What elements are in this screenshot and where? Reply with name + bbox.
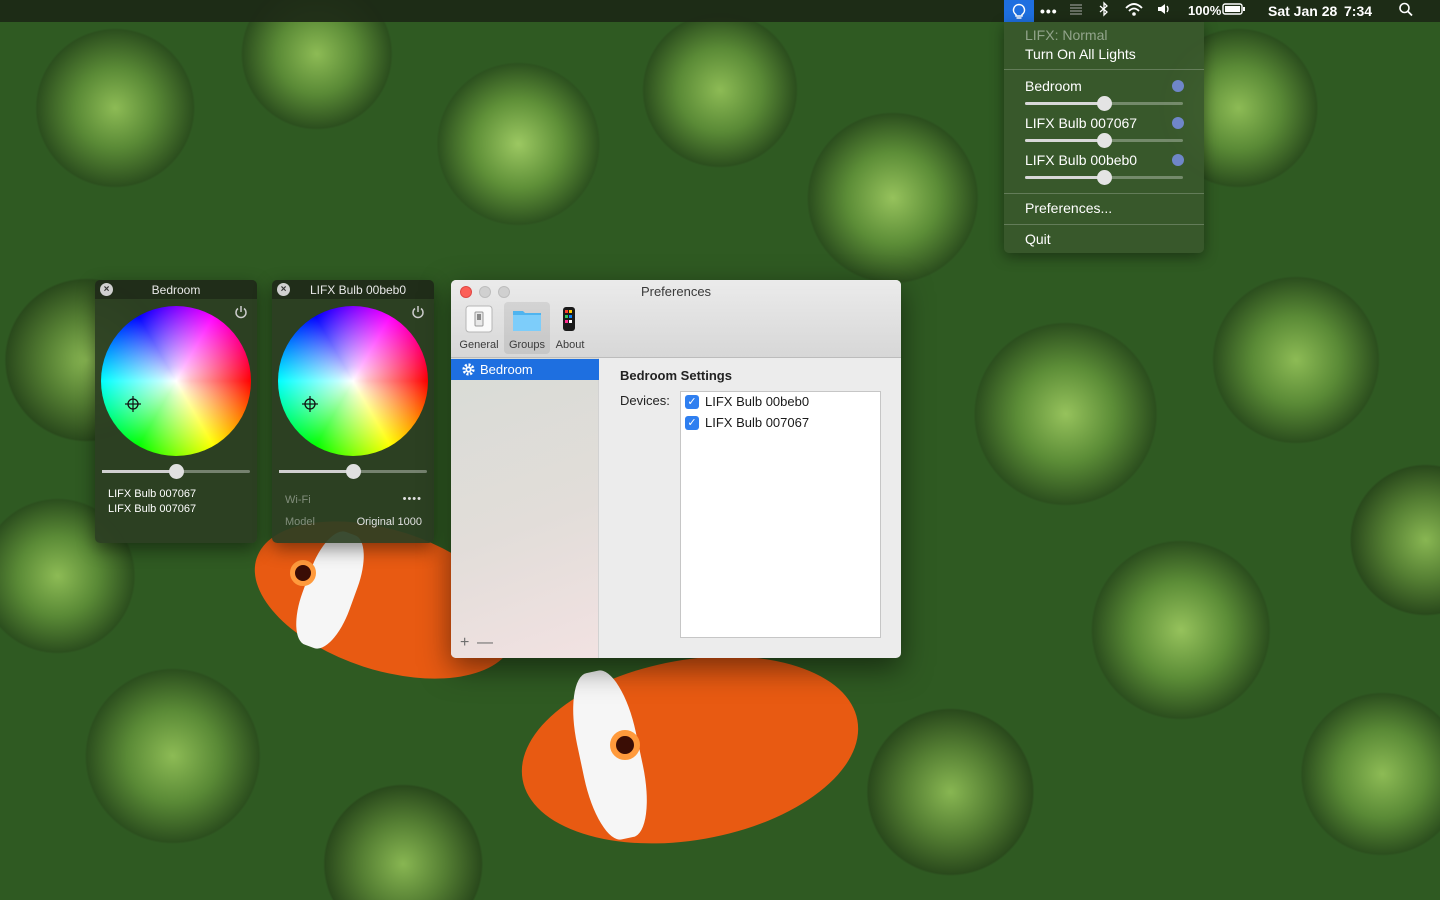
brightness-slider-knob[interactable] [1097, 96, 1112, 111]
add-group-button[interactable]: + [460, 634, 469, 652]
brightness-slider-fill [279, 470, 353, 473]
device-row[interactable]: ✓ LIFX Bulb 007067 [685, 413, 809, 433]
brightness-slider-knob[interactable] [346, 464, 361, 479]
preferences-window: Preferences General Groups About Bedroom… [451, 280, 901, 658]
preferences-toolbar: Preferences General Groups About [451, 280, 901, 358]
tab-label: Groups [508, 339, 546, 351]
gear-icon [462, 363, 475, 376]
bedroom-hud-window: × Bedroom LIFX Bulb 007067 LIFX Bulb 007… [95, 280, 257, 543]
light-item-bulb-007067[interactable]: LIFX Bulb 007067 [1025, 115, 1137, 131]
brightness-slider-fill [102, 470, 176, 473]
color-wheel[interactable] [278, 306, 428, 456]
device-name: LIFX Bulb 00beb0 [705, 394, 810, 409]
member-bulb-label: LIFX Bulb 007067 [108, 488, 197, 500]
settings-heading: Bedroom Settings [620, 368, 732, 383]
device-checkbox[interactable]: ✓ [685, 416, 699, 430]
brightness-slider-bulb-00beb0[interactable] [1025, 170, 1183, 185]
device-checkbox[interactable]: ✓ [685, 395, 699, 409]
crosshair-icon[interactable] [125, 396, 141, 412]
battery-icon[interactable] [1222, 0, 1248, 22]
ellipsis-icon[interactable]: ••• [1040, 0, 1060, 22]
member-bulb-label: LIFX Bulb 007067 [108, 503, 197, 515]
lifx-bulb-icon [1012, 3, 1026, 19]
tab-about[interactable]: About [552, 302, 588, 354]
quit-menu-item[interactable]: Quit [1025, 231, 1051, 247]
sidebar-item-bedroom[interactable]: Bedroom [451, 359, 599, 380]
model-value: Original 1000 [356, 516, 422, 528]
menu-separator [1004, 193, 1204, 194]
sidebar-item-label: Bedroom [480, 362, 533, 377]
menubar-time[interactable]: 7:34 [1344, 0, 1372, 22]
lifx-dropdown-menu: LIFX: Normal Turn On All Lights Bedroom … [1004, 22, 1204, 253]
spotlight-search-icon[interactable] [1398, 0, 1416, 22]
tab-general[interactable]: General [457, 302, 501, 354]
color-wheel[interactable] [101, 306, 251, 456]
lifx-status: LIFX: Normal [1025, 27, 1108, 43]
bluetooth-icon[interactable] [1098, 0, 1114, 22]
device-name: LIFX Bulb 007067 [705, 415, 810, 430]
brightness-slider-fill [1025, 176, 1104, 179]
menu-bar: ••• 100% Sat Jan 28 7:34 [0, 0, 1440, 22]
bulb-hud-window: × LIFX Bulb 00beb0 Wi-Fi •••• Model Orig… [272, 280, 434, 543]
devices-list[interactable]: ✓ LIFX Bulb 00beb0 ✓ LIFX Bulb 007067 [680, 391, 881, 638]
brightness-slider[interactable] [279, 464, 427, 479]
battery-percent[interactable]: 100% [1188, 0, 1221, 22]
brightness-slider-bulb-007067[interactable] [1025, 133, 1183, 148]
wifi-signal-value: •••• [402, 493, 422, 505]
brightness-slider-knob[interactable] [1097, 133, 1112, 148]
window-title: Preferences [640, 284, 712, 299]
crosshair-icon[interactable] [302, 396, 318, 412]
wallpaper-clownfish [506, 631, 874, 869]
brightness-slider-knob[interactable] [169, 464, 184, 479]
light-status-dot [1172, 80, 1184, 92]
lifx-app-icon [563, 307, 575, 331]
brightness-slider[interactable] [102, 464, 250, 479]
brightness-slider-bedroom[interactable] [1025, 96, 1183, 111]
light-item-bedroom[interactable]: Bedroom [1025, 78, 1082, 94]
preferences-menu-item[interactable]: Preferences... [1025, 200, 1112, 216]
groups-sidebar: Bedroom + — [451, 358, 599, 658]
folder-icon [513, 311, 541, 331]
brightness-slider-fill [1025, 102, 1104, 105]
menubar-date[interactable]: Sat Jan 28 [1268, 0, 1337, 22]
brightness-slider-knob[interactable] [1097, 170, 1112, 185]
model-label: Model [285, 516, 315, 528]
volume-icon[interactable] [1156, 0, 1176, 22]
tab-label: About [555, 339, 585, 351]
power-icon[interactable] [234, 305, 248, 319]
device-row[interactable]: ✓ LIFX Bulb 00beb0 [685, 392, 809, 412]
switch-icon [465, 305, 493, 333]
hud-title: Bedroom [151, 283, 201, 297]
light-status-dot [1172, 117, 1184, 129]
turn-on-all-lights-item[interactable]: Turn On All Lights [1025, 46, 1136, 62]
light-item-bulb-00beb0[interactable]: LIFX Bulb 00beb0 [1025, 152, 1137, 168]
menu-separator [1004, 224, 1204, 225]
menu-separator [1004, 69, 1204, 70]
devices-label: Devices: [620, 393, 670, 408]
tab-label: General [459, 339, 499, 351]
brightness-slider-fill [1025, 139, 1104, 142]
hud-title: LIFX Bulb 00beb0 [309, 283, 407, 297]
wifi-icon[interactable] [1124, 0, 1148, 22]
remove-group-button[interactable]: — [477, 634, 493, 652]
light-status-dot [1172, 154, 1184, 166]
stack-icon[interactable] [1068, 0, 1086, 22]
wifi-label: Wi-Fi [285, 494, 311, 506]
lifx-menu-extra[interactable] [1004, 0, 1034, 22]
power-icon[interactable] [411, 305, 425, 319]
wallpaper-clownfish-eye [290, 560, 316, 586]
tab-groups[interactable]: Groups [504, 302, 550, 354]
wallpaper-clownfish-eye [610, 730, 640, 760]
